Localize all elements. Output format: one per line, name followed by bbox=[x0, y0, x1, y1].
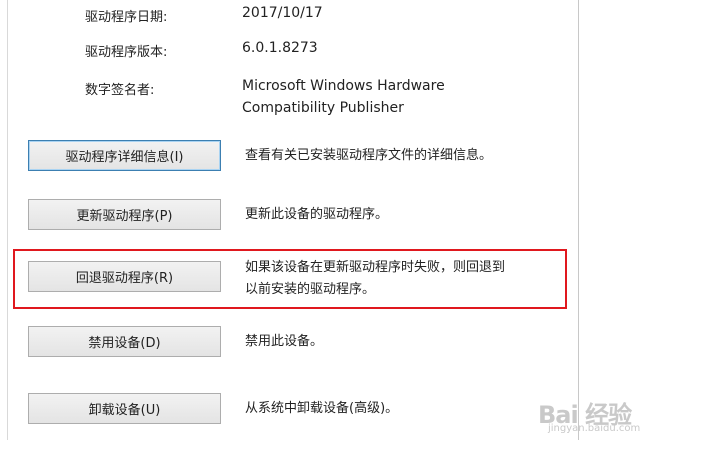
dialog-right-border bbox=[578, 0, 579, 440]
update-driver-description: 更新此设备的驱动程序。 bbox=[245, 207, 389, 222]
uninstall-device-button[interactable]: 卸载设备(U) bbox=[28, 393, 221, 424]
update-driver-button[interactable]: 更新驱动程序(P) bbox=[28, 199, 221, 230]
disable-device-button[interactable]: 禁用设备(D) bbox=[28, 326, 221, 357]
driver-details-description: 查看有关已安装驱动程序文件的详细信息。 bbox=[245, 148, 493, 163]
rollback-highlight-box bbox=[13, 249, 567, 309]
baidu-jingyan-watermark: Bai 经验 jingyan.baidu.com bbox=[538, 393, 686, 437]
uninstall-device-description: 从系统中卸载设备(高级)。 bbox=[245, 401, 399, 416]
disable-device-description: 禁用此设备。 bbox=[245, 334, 324, 349]
signer-value-line2: Compatibility Publisher bbox=[242, 100, 404, 116]
driver-date-value: 2017/10/17 bbox=[242, 5, 323, 21]
watermark-url: jingyan.baidu.com bbox=[548, 423, 641, 434]
driver-details-button[interactable]: 驱动程序详细信息(I) bbox=[28, 140, 221, 171]
dialog-left-border bbox=[7, 0, 8, 440]
driver-version-value: 6.0.1.8273 bbox=[242, 40, 318, 56]
driver-version-label: 驱动程序版本: bbox=[85, 45, 168, 60]
dialog-bottom-area bbox=[0, 440, 716, 457]
driver-properties-page: 驱动程序日期: 2017/10/17 驱动程序版本: 6.0.1.8273 数字… bbox=[0, 0, 716, 457]
signer-label: 数字签名者: bbox=[85, 83, 155, 98]
driver-date-label: 驱动程序日期: bbox=[85, 10, 168, 25]
signer-value-line1: Microsoft Windows Hardware bbox=[242, 78, 445, 94]
